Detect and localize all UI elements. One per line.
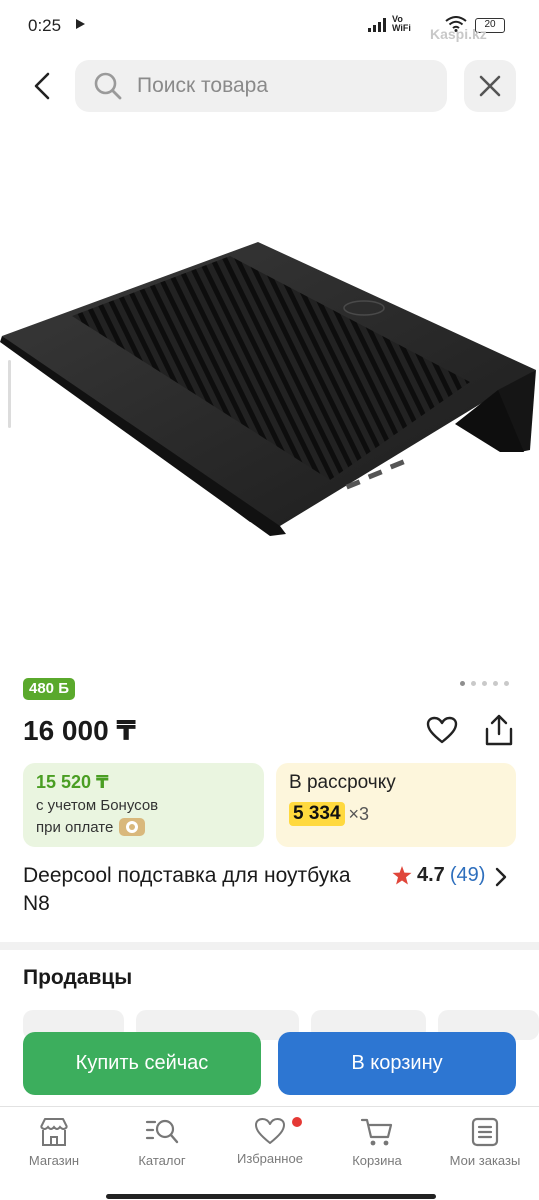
reviews-count[interactable]: (49): [450, 864, 486, 887]
back-button[interactable]: [22, 66, 62, 106]
installment-months: ×3: [348, 803, 370, 824]
installment-amount: 5 334: [289, 802, 345, 826]
rating-value: 4.7: [417, 864, 445, 886]
sellers-heading: Продавцы: [23, 966, 133, 989]
pagination-dot: [482, 681, 487, 686]
nav-shop[interactable]: Магазин: [0, 1117, 108, 1168]
search-input[interactable]: [137, 74, 417, 98]
pagination-dot: [460, 681, 465, 686]
heart-icon: [426, 716, 458, 744]
nav-label: Магазин: [28, 1153, 80, 1168]
vowifi-bottom: WiFi: [392, 23, 411, 33]
orders-icon: [471, 1117, 499, 1147]
bonus-payment-row: при оплате: [36, 818, 251, 836]
nav-label: Мои заказы: [449, 1153, 521, 1168]
heart-icon: [255, 1118, 285, 1144]
pagination-dot: [504, 681, 509, 686]
status-time: 0:25: [28, 16, 62, 35]
nav-label: Каталог: [138, 1153, 186, 1168]
image-scroll-hint: [8, 360, 11, 428]
pagination-dot: [493, 681, 498, 686]
bonus-price: 15 520 ₸: [36, 772, 109, 792]
chevron-right-icon[interactable]: [494, 867, 508, 887]
nav-catalog[interactable]: Каталог: [108, 1117, 216, 1168]
close-button[interactable]: [464, 60, 516, 112]
pagination-dot: [471, 681, 476, 686]
search-field[interactable]: [75, 60, 447, 112]
bonus-payment-label: при оплате: [36, 818, 114, 836]
product-image[interactable]: [0, 230, 539, 560]
close-icon: [479, 75, 501, 97]
installment-card[interactable]: В рассрочку 5 334 ×3: [276, 763, 516, 847]
search-icon: [93, 71, 123, 101]
star-icon: [392, 866, 412, 885]
nav-label: Избранное: [237, 1151, 303, 1166]
bonus-note: с учетом Бонусов: [36, 797, 159, 814]
notification-dot: [292, 1117, 302, 1127]
nav-orders[interactable]: Мои заказы: [431, 1117, 539, 1168]
kaspi-watermark: Kaspi.kz: [430, 26, 487, 42]
nav-cart[interactable]: Корзина: [323, 1117, 431, 1168]
bonus-price-card[interactable]: 15 520 ₸ с учетом Бонусов при оплате: [23, 763, 264, 847]
share-button[interactable]: [482, 712, 516, 748]
add-to-cart-button[interactable]: В корзину: [278, 1032, 516, 1095]
vowifi-indicator: Vo WiFi: [392, 15, 411, 33]
product-price: 16 000 ₸: [23, 715, 136, 746]
home-indicator[interactable]: [106, 1194, 436, 1199]
product-title: Deepcool подставка для ноутбука N8: [23, 864, 351, 915]
bonus-badge: 480 Б: [23, 678, 75, 700]
bottom-navigation: Магазин Каталог Избранное Корзина Мои за…: [0, 1106, 539, 1200]
rating-link[interactable]: 4.7 (49): [392, 864, 485, 887]
cart-icon: [360, 1118, 393, 1146]
nav-favorites[interactable]: Избранное: [216, 1117, 324, 1166]
image-pagination: [460, 681, 509, 686]
share-icon: [485, 714, 513, 746]
section-divider: [0, 942, 539, 950]
favorite-button[interactable]: [424, 713, 460, 747]
kaspi-gold-icon: [119, 818, 146, 836]
media-play-icon: [76, 19, 85, 29]
installment-label: В рассрочку: [289, 772, 396, 793]
shop-icon: [40, 1118, 68, 1146]
status-bar: 0:25 Vo WiFi 20 Kaspi.kz: [0, 0, 539, 52]
signal-icon: [368, 18, 386, 32]
buy-now-button[interactable]: Купить сейчас: [23, 1032, 261, 1095]
back-arrow-icon: [34, 72, 50, 100]
nav-label: Корзина: [352, 1153, 402, 1168]
catalog-icon: [145, 1119, 179, 1144]
